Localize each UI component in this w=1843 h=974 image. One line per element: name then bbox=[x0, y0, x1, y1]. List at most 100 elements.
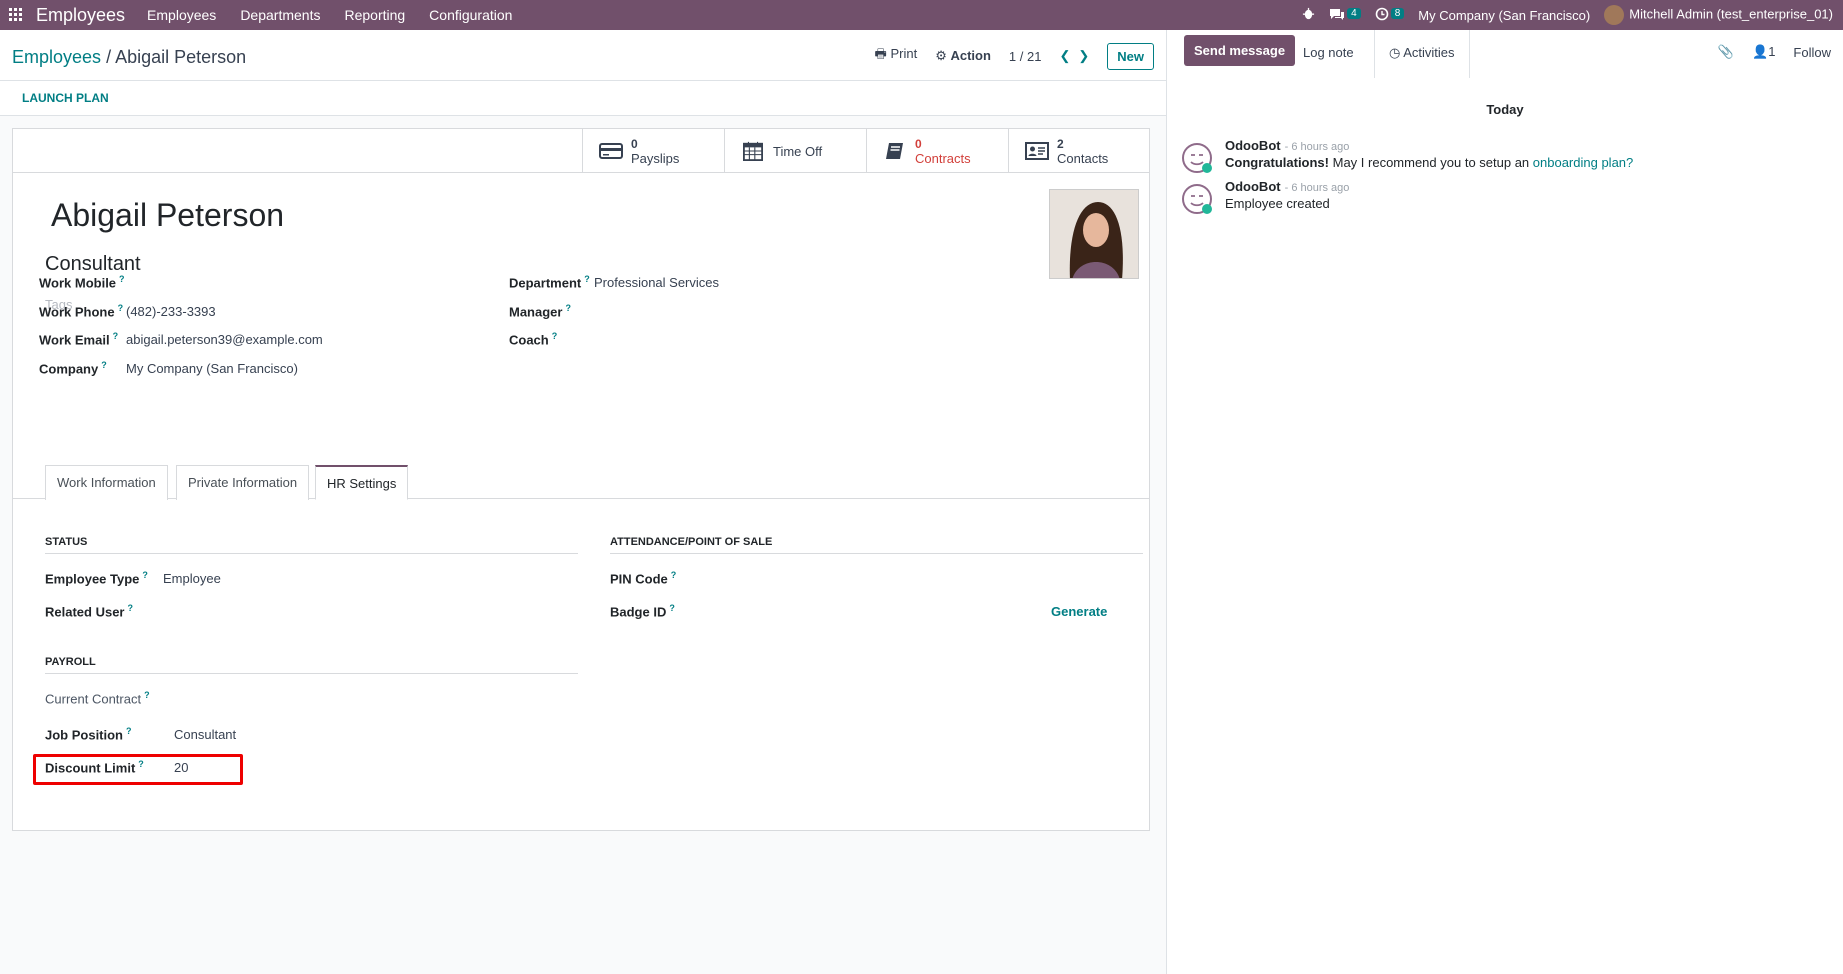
control-panel: Employees / Abigail Peterson 🖶 Print ⚙ A… bbox=[0, 30, 1166, 81]
activities-label: Activities bbox=[1403, 45, 1455, 60]
print-button[interactable]: 🖶 Print bbox=[875, 45, 918, 67]
today-separator: Today bbox=[1486, 102, 1524, 117]
followers-button[interactable]: 👤1 bbox=[1752, 44, 1775, 60]
user-icon: 👤 bbox=[1752, 44, 1769, 59]
work-mobile-input[interactable] bbox=[126, 275, 376, 291]
employee-photo[interactable] bbox=[1049, 189, 1139, 279]
work-phone-help[interactable]: ? bbox=[118, 303, 124, 313]
job-position-help[interactable]: ? bbox=[126, 726, 132, 736]
onboarding-plan-link[interactable]: onboarding plan? bbox=[1533, 155, 1633, 170]
work-email-input[interactable]: abigail.peterson39@example.com bbox=[126, 332, 323, 347]
action-button[interactable]: ⚙ Action bbox=[935, 48, 991, 64]
follow-button[interactable]: Follow bbox=[1793, 45, 1831, 60]
user-menu[interactable]: Mitchell Admin (test_enterprise_01) bbox=[1604, 5, 1833, 25]
badge-id-help[interactable]: ? bbox=[669, 603, 675, 613]
employee-name-field[interactable]: Abigail Peterson bbox=[51, 197, 284, 234]
related-user-help[interactable]: ? bbox=[127, 603, 133, 613]
messages-button[interactable]: 4 bbox=[1329, 7, 1361, 24]
credit-card-icon bbox=[599, 143, 623, 159]
contracts-smart-button[interactable]: 0 Contracts bbox=[866, 129, 1008, 173]
timeoff-label: Time Off bbox=[773, 143, 823, 159]
chatter-topbar: Send message Log note ◷ Activities 📎 👤1 … bbox=[1167, 30, 1843, 82]
message-author[interactable]: OdooBot bbox=[1225, 179, 1281, 194]
contracts-label: Contracts bbox=[915, 150, 971, 166]
chatter-panel: Send message Log note ◷ Activities 📎 👤1 … bbox=[1166, 30, 1843, 974]
related-user-label: Related User? bbox=[45, 603, 133, 620]
pager-value[interactable]: 1 / 21 bbox=[1009, 49, 1042, 64]
breadcrumb: Employees / Abigail Peterson bbox=[12, 47, 246, 68]
odoobot-avatar bbox=[1182, 184, 1212, 214]
related-user-select[interactable] bbox=[163, 604, 543, 620]
manager-help[interactable]: ? bbox=[565, 303, 571, 313]
tab-work-information[interactable]: Work Information bbox=[45, 465, 168, 500]
menu-departments[interactable]: Departments bbox=[240, 7, 320, 23]
activities-chatter-button[interactable]: ◷ Activities bbox=[1374, 30, 1470, 78]
launch-plan-button[interactable]: LAUNCH PLAN bbox=[22, 91, 109, 105]
clock-icon: ◷ bbox=[1389, 45, 1401, 60]
company-help[interactable]: ? bbox=[101, 360, 107, 370]
manager-select[interactable] bbox=[594, 304, 894, 320]
pin-code-help[interactable]: ? bbox=[671, 570, 677, 580]
contacts-label: Contacts bbox=[1057, 150, 1109, 166]
pager-previous-icon[interactable]: ❮ bbox=[1059, 48, 1070, 64]
work-email-help[interactable]: ? bbox=[113, 331, 119, 341]
apps-menu-icon[interactable] bbox=[2, 0, 30, 30]
current-contract-label: Current Contract? bbox=[45, 690, 150, 707]
company-label: Company? bbox=[39, 360, 107, 377]
department-help[interactable]: ? bbox=[584, 274, 590, 284]
work-email-label: Work Email? bbox=[39, 331, 119, 348]
paperclip-icon[interactable]: 📎 bbox=[1718, 44, 1734, 60]
menu-configuration[interactable]: Configuration bbox=[429, 7, 512, 23]
job-title-field[interactable]: Consultant bbox=[45, 253, 141, 276]
timeoff-smart-button[interactable]: Time Off bbox=[724, 129, 866, 173]
payslips-smart-button[interactable]: 0 Payslips bbox=[582, 129, 724, 173]
app-brand[interactable]: Employees bbox=[36, 5, 125, 26]
new-button[interactable]: New bbox=[1107, 42, 1154, 70]
log-note-button[interactable]: Log note bbox=[1289, 30, 1368, 78]
employee-type-select[interactable]: Employee bbox=[163, 571, 221, 586]
book-icon bbox=[886, 143, 903, 159]
activities-button[interactable]: 8 bbox=[1375, 7, 1405, 24]
employee-type-label: Employee Type? bbox=[45, 570, 148, 587]
breadcrumb-employees-link[interactable]: Employees bbox=[12, 47, 101, 67]
pin-code-input[interactable] bbox=[713, 571, 1133, 587]
company-switcher[interactable]: My Company (San Francisco) bbox=[1418, 8, 1590, 23]
odoobot-avatar bbox=[1182, 143, 1212, 173]
contacts-count: 2 bbox=[1057, 136, 1064, 151]
notebook-tabs: Work Information Private Information HR … bbox=[13, 465, 1149, 500]
messages-badge: 4 bbox=[1347, 7, 1361, 19]
tab-hr-settings[interactable]: HR Settings bbox=[315, 465, 409, 500]
menu-reporting[interactable]: Reporting bbox=[344, 7, 405, 23]
chatter-message: OdooBot - 6 hours ago Employee created bbox=[1181, 179, 1821, 219]
pager-next-icon[interactable]: ❯ bbox=[1078, 48, 1089, 64]
department-select[interactable]: Professional Services bbox=[594, 275, 719, 290]
chat-icon bbox=[1330, 8, 1345, 20]
smart-buttons: 0 Payslips Time Off 0 Contracts 2 Contacts bbox=[13, 129, 1149, 173]
payroll-section-title: PAYROLL bbox=[45, 656, 578, 674]
top-navbar: Employees Employees Departments Reportin… bbox=[0, 0, 1843, 30]
job-position-select[interactable]: Consultant bbox=[174, 727, 236, 742]
breadcrumb-separator: / bbox=[106, 47, 112, 67]
coach-help[interactable]: ? bbox=[552, 331, 558, 341]
form-sheet: 0 Payslips Time Off 0 Contracts 2 Contacts … bbox=[12, 128, 1150, 831]
tab-private-information[interactable]: Private Information bbox=[176, 465, 310, 500]
message-author[interactable]: OdooBot bbox=[1225, 138, 1281, 153]
badge-id-label: Badge ID? bbox=[610, 603, 675, 620]
manager-label: Manager? bbox=[509, 303, 571, 320]
current-contract-help[interactable]: ? bbox=[144, 690, 150, 700]
debug-bug-icon[interactable] bbox=[1302, 7, 1315, 23]
payslips-count: 0 bbox=[631, 136, 638, 151]
contacts-smart-button[interactable]: 2 Contacts bbox=[1008, 129, 1150, 173]
gear-icon: ⚙ bbox=[935, 48, 947, 63]
work-mobile-help[interactable]: ? bbox=[119, 274, 125, 284]
print-icon: 🖶 bbox=[874, 46, 887, 61]
generate-badge-button[interactable]: Generate bbox=[1051, 604, 1107, 619]
coach-select[interactable] bbox=[594, 332, 894, 348]
message-text: May I recommend you to setup an bbox=[1329, 155, 1533, 170]
company-select[interactable]: My Company (San Francisco) bbox=[126, 361, 298, 376]
work-phone-input[interactable]: (482)-233-3393 bbox=[126, 304, 216, 319]
send-message-button[interactable]: Send message bbox=[1184, 35, 1296, 66]
employee-type-help[interactable]: ? bbox=[142, 570, 148, 580]
menu-employees[interactable]: Employees bbox=[147, 7, 216, 23]
form-statusbar: LAUNCH PLAN bbox=[0, 81, 1166, 116]
